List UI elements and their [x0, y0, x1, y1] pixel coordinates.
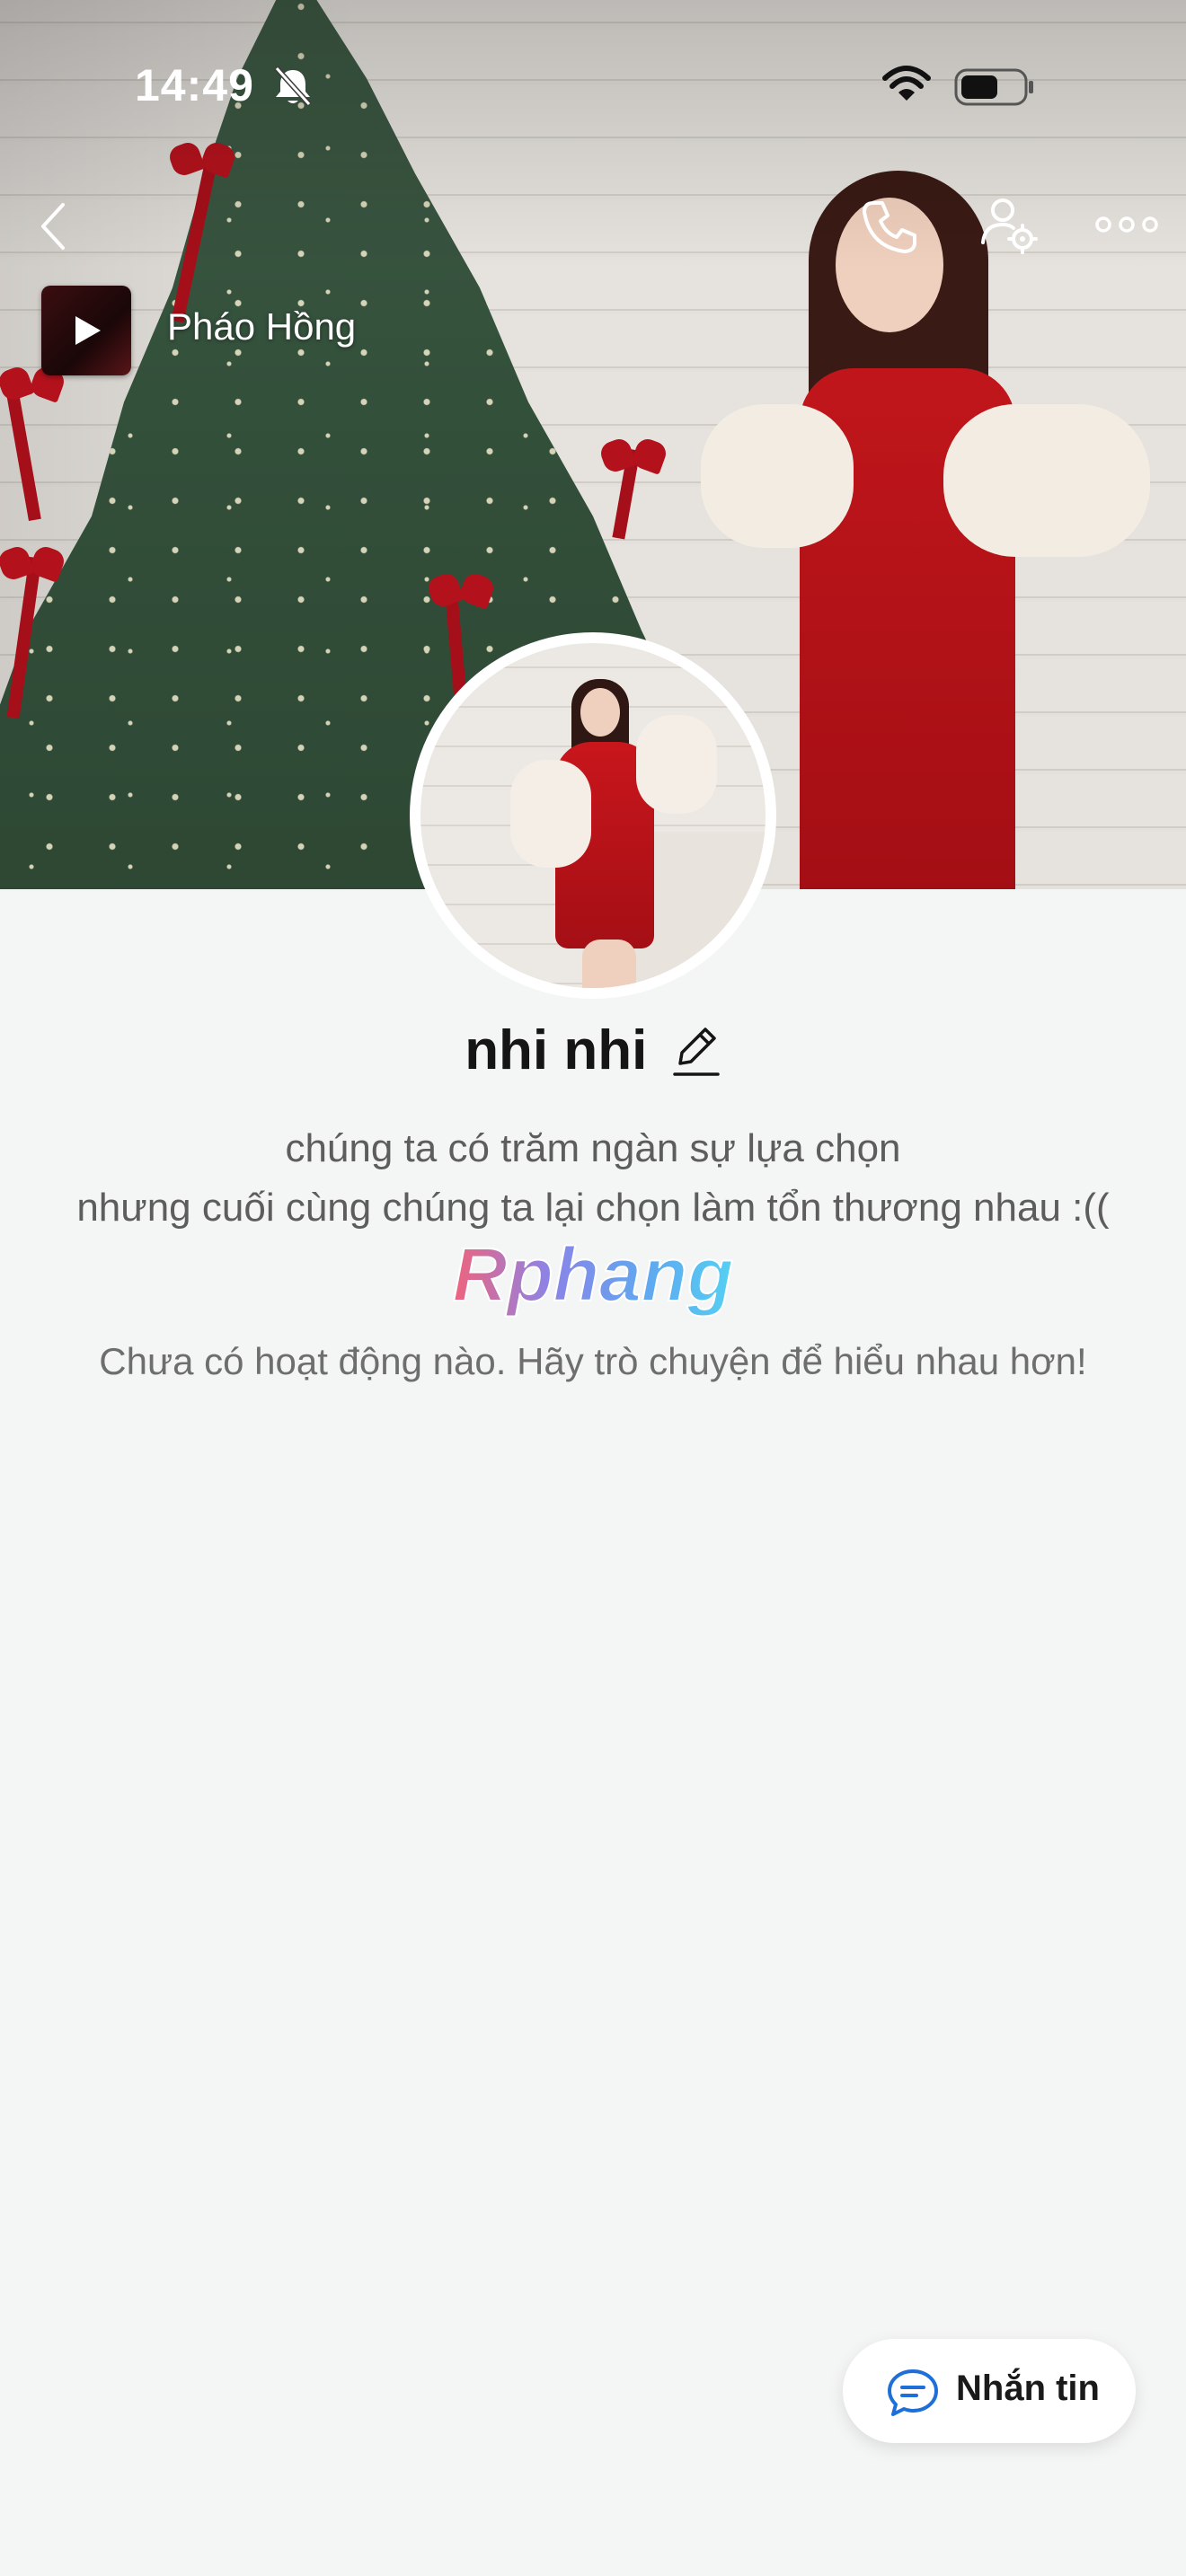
ribbon-bow: [429, 575, 492, 629]
message-button[interactable]: Nhắn tin: [843, 2339, 1136, 2443]
music-title[interactable]: Pháo Hồng: [167, 305, 356, 348]
more-horizontal-icon[interactable]: [1094, 212, 1159, 237]
avatar[interactable]: [410, 632, 776, 999]
bell-slash-icon: [274, 66, 312, 107]
pencil-icon[interactable]: [671, 1024, 721, 1078]
profile-name-row: nhi nhi: [0, 1019, 1186, 1082]
watermark-logo: Rphang: [452, 1238, 735, 1318]
ribbon-bow: [0, 548, 63, 602]
play-icon[interactable]: [66, 311, 106, 350]
chevron-left-icon[interactable]: [36, 199, 72, 253]
wifi-icon: [882, 66, 931, 101]
message-button-label: Nhắn tin: [956, 2369, 1100, 2408]
ribbon-bow: [0, 368, 63, 422]
svg-text:Rphang: Rphang: [453, 1238, 734, 1317]
battery-icon: [954, 68, 1033, 106]
status-time: 14:49: [135, 60, 254, 110]
bio-line-1: chúng ta có trăm ngàn sự lựa chọn: [285, 1126, 901, 1170]
empty-activity-note: Chưa có hoạt động nào. Hãy trò chuyện để…: [99, 1340, 1087, 1382]
phone-icon[interactable]: [861, 198, 918, 255]
ribbon-bow: [602, 440, 665, 494]
user-settings-icon[interactable]: [979, 196, 1039, 255]
avatar-photo: [420, 643, 766, 988]
bio-line-2: nhưng cuối cùng chúng ta lại chọn làm tổ…: [76, 1186, 1110, 1230]
profile-name: nhi nhi: [465, 1019, 648, 1081]
chat-bubble-icon: [888, 2369, 938, 2416]
music-cover[interactable]: [41, 286, 131, 375]
